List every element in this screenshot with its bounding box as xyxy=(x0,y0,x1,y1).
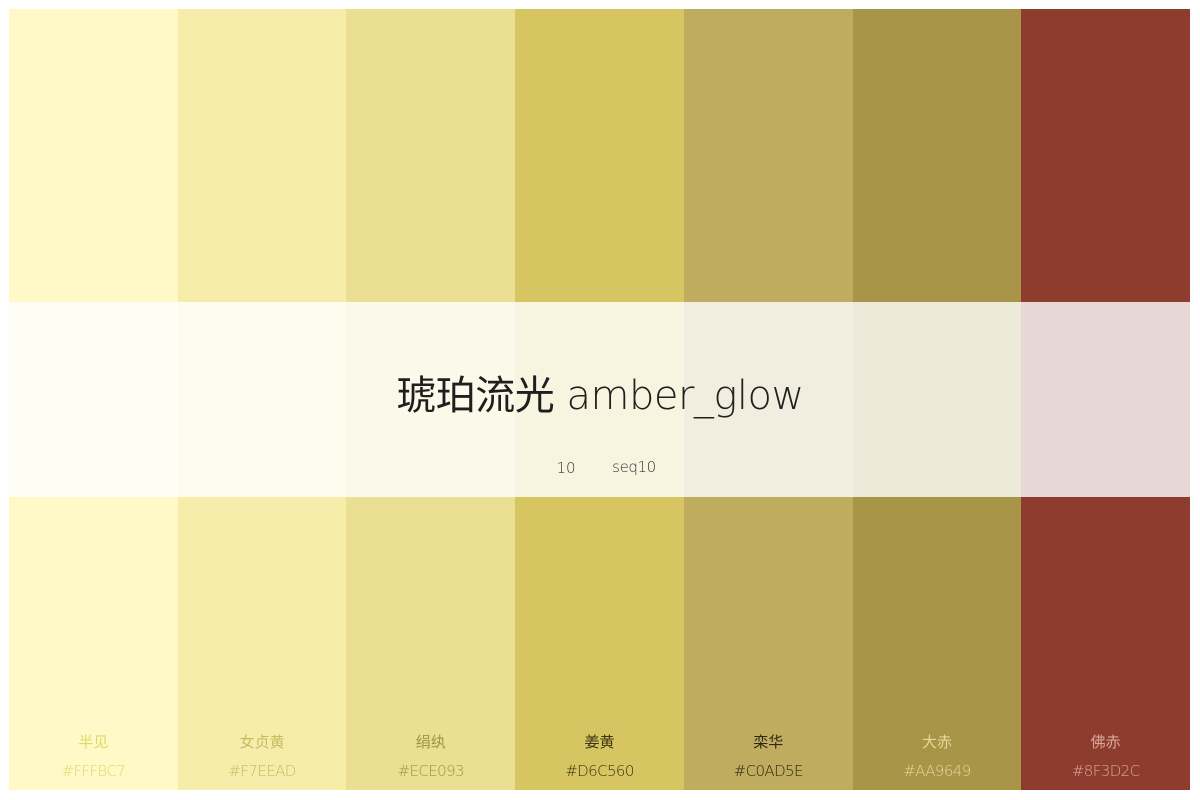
swatch-name: 佛赤 xyxy=(1090,733,1121,751)
swatch-hex: #F7EEAD xyxy=(228,762,296,780)
swatch-hex: #D6C560 xyxy=(565,762,634,780)
swatch-name: 大赤 xyxy=(921,733,952,751)
palette-type-label: seq10 xyxy=(612,458,656,476)
swatch-hex: #8F3D2C xyxy=(1071,762,1140,780)
swatch-name: 栾华 xyxy=(753,733,784,751)
swatch-hex: #FFFBC7 xyxy=(61,762,126,780)
swatch-hex: #C0AD5E xyxy=(733,762,804,780)
swatch-name: 姜黄 xyxy=(584,733,615,751)
swatch-hex: #AA9649 xyxy=(903,762,971,780)
swatch-name: 女贞黄 xyxy=(239,733,285,751)
swatch-name: 绢纨 xyxy=(415,733,446,751)
swatch-hex: #ECE093 xyxy=(397,762,465,780)
palette-title: 琥珀流光 amber_glow xyxy=(396,373,804,419)
swatch-name: 半见 xyxy=(78,733,109,751)
palette-color-count: 10 xyxy=(556,459,576,477)
